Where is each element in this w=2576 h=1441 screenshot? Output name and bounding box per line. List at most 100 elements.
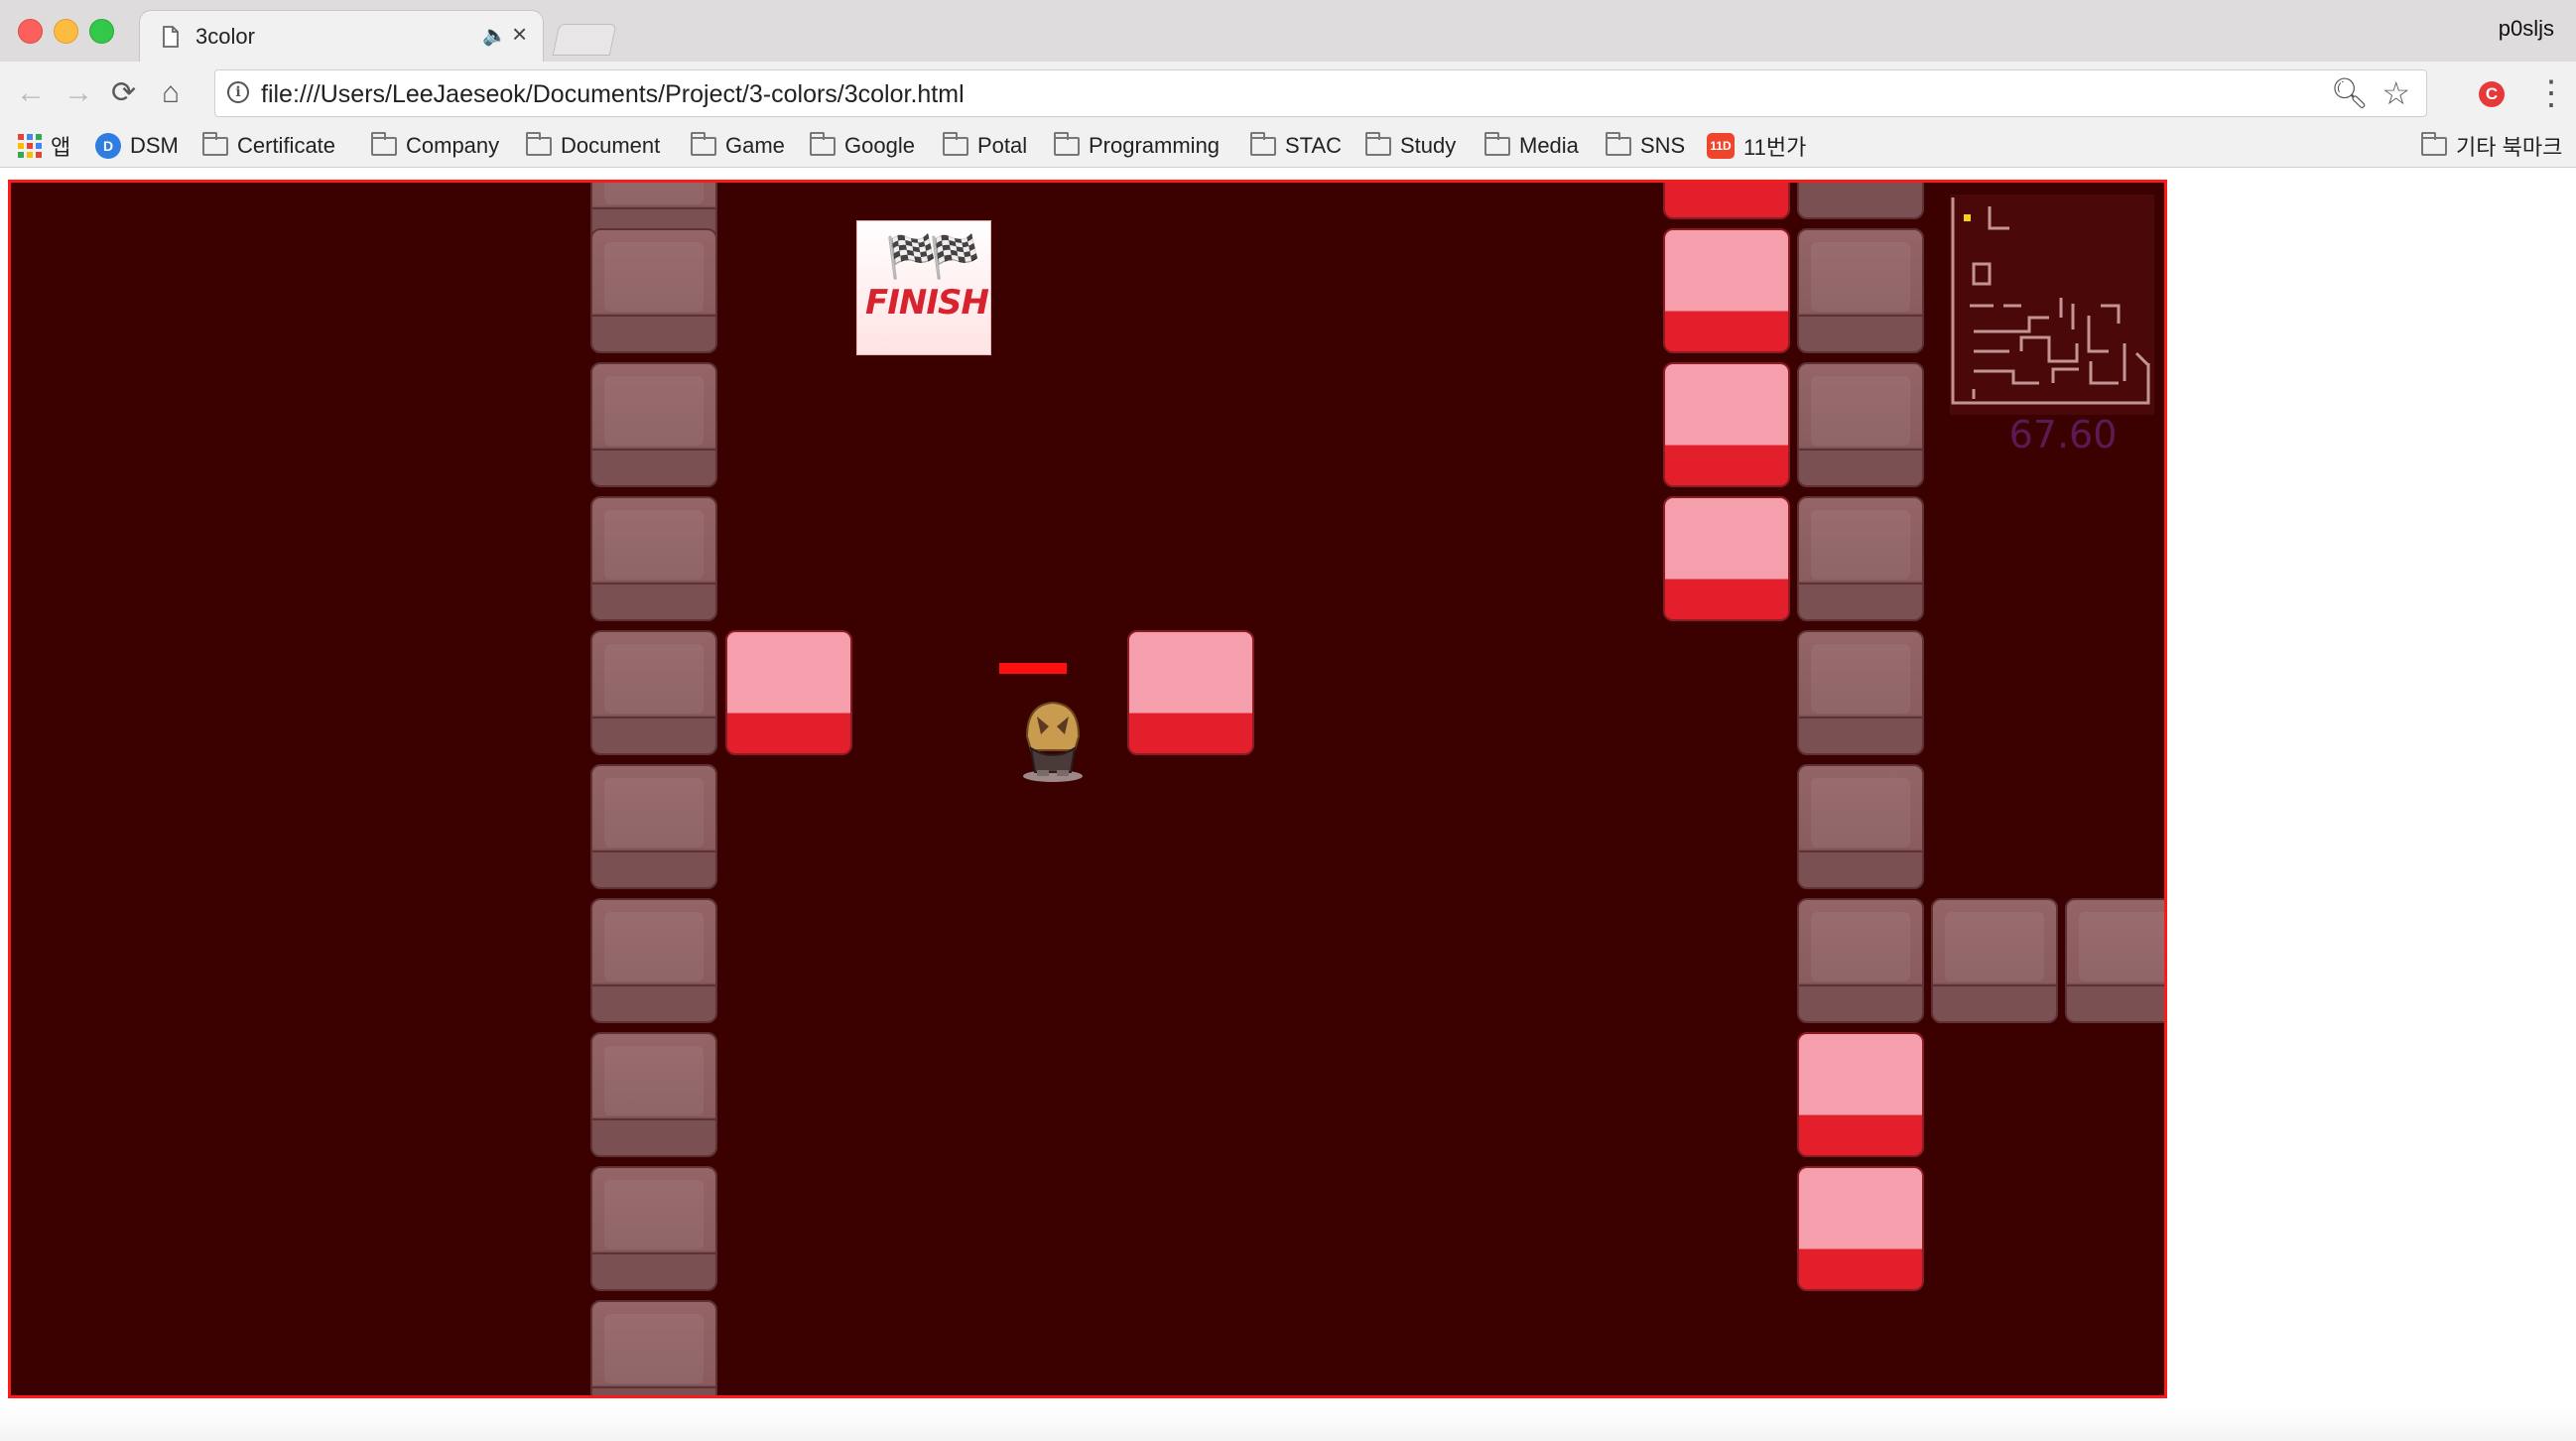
- pink-block: [725, 630, 852, 755]
- reload-icon[interactable]: ⟳: [111, 75, 136, 111]
- bookmark-folder-programming[interactable]: Programming: [1054, 130, 1220, 162]
- gray-block: [590, 1032, 717, 1157]
- gray-block: [590, 1166, 717, 1291]
- bookmark-folder-certificate[interactable]: Certificate: [202, 130, 335, 162]
- folder-icon: [371, 131, 397, 156]
- gray-block: [590, 898, 717, 1023]
- bookmark-label: Study: [1400, 133, 1457, 158]
- bookmark-folder-stac[interactable]: STAC: [1250, 130, 1342, 162]
- pink-block: [1663, 496, 1790, 621]
- profile-name[interactable]: p0sljs: [2499, 16, 2554, 42]
- folder-icon: [1484, 131, 1510, 156]
- minimize-window-button[interactable]: [54, 19, 78, 44]
- pink-block: [1797, 1166, 1924, 1291]
- extension-icon[interactable]: C: [2479, 81, 2505, 107]
- checkered-flag-icon: 🏁🏁: [885, 233, 981, 280]
- bookmarks-bar: 앱 D DSM Certificate Company Document Gam…: [0, 127, 2576, 168]
- bookmark-label: 11번가: [1743, 135, 1807, 160]
- apps-grid-icon: [18, 134, 42, 158]
- bookmark-folder-company[interactable]: Company: [371, 130, 499, 162]
- bookmark-label: SNS: [1640, 133, 1686, 158]
- tab-3color[interactable]: 3color 🔈 ×: [139, 10, 544, 63]
- folder-icon: [810, 131, 836, 156]
- document-icon: [162, 26, 180, 53]
- browser-toolbar: ← → ⟳ ⌂ i file:///Users/LeeJaeseok/Docum…: [0, 62, 2576, 127]
- finish-sign: 🏁🏁 FINISH: [856, 220, 991, 355]
- minimap: [1950, 195, 2154, 415]
- bookmark-label: Company: [406, 133, 500, 158]
- dsm-icon: D: [95, 133, 121, 159]
- page-bottom-edge: [0, 1408, 2576, 1441]
- eleven-street-icon: 11D: [1707, 133, 1735, 159]
- folder-icon: [526, 131, 552, 156]
- bookmark-11st[interactable]: 11D 11번가: [1707, 130, 1806, 162]
- timer-display: 67.60: [2008, 413, 2118, 457]
- zoom-icon[interactable]: 🔍︎: [2331, 76, 2369, 111]
- pink-block: [1127, 630, 1254, 755]
- game-canvas[interactable]: 🏁🏁 FINISH 67.60: [8, 180, 2167, 1398]
- back-arrow-icon[interactable]: ←: [16, 75, 46, 111]
- bookmark-folder-potal[interactable]: Potal: [943, 130, 1027, 162]
- folder-icon: [1054, 131, 1080, 156]
- tab-strip: 3color 🔈 × p0sljs: [0, 0, 2576, 63]
- player-character: [1023, 701, 1083, 782]
- bookmark-folder-google[interactable]: Google: [810, 130, 915, 162]
- bookmark-folder-other[interactable]: 기타 북마크: [2421, 130, 2562, 162]
- folder-icon: [202, 131, 228, 156]
- gray-block: [590, 496, 717, 621]
- bookmark-apps[interactable]: 앱: [18, 130, 70, 162]
- gray-block: [1797, 362, 1924, 487]
- gray-block: [2065, 898, 2164, 1023]
- close-tab-icon[interactable]: ×: [512, 19, 527, 50]
- tab-title: 3color: [195, 24, 255, 49]
- url-text[interactable]: file:///Users/LeeJaeseok/Documents/Proje…: [261, 80, 965, 109]
- speaker-icon[interactable]: 🔈: [482, 23, 507, 48]
- minimap-player-marker: [1964, 214, 1971, 221]
- folder-icon: [1606, 131, 1631, 156]
- bookmark-folder-game[interactable]: Game: [691, 130, 785, 162]
- pink-block: [1663, 228, 1790, 353]
- gray-block: [590, 362, 717, 487]
- folder-icon: [2421, 131, 2447, 156]
- bookmark-folder-document[interactable]: Document: [526, 130, 660, 162]
- bookmark-label: Document: [561, 133, 661, 158]
- bookmark-label: DSM: [130, 133, 179, 158]
- bookmark-label: 기타 북마크: [2456, 135, 2563, 160]
- gray-block: [1797, 183, 1924, 219]
- folder-icon: [1365, 131, 1391, 156]
- bookmark-label: Certificate: [237, 133, 336, 158]
- fullscreen-window-button[interactable]: [89, 19, 114, 44]
- pink-block: [1663, 362, 1790, 487]
- new-tab-button[interactable]: [552, 24, 617, 56]
- home-icon[interactable]: ⌂: [162, 75, 180, 111]
- folder-icon: [691, 131, 716, 156]
- bookmark-folder-media[interactable]: Media: [1484, 130, 1579, 162]
- pink-block: [1797, 1032, 1924, 1157]
- gray-block: [1797, 764, 1924, 889]
- gray-block: [590, 764, 717, 889]
- gray-block: [1797, 630, 1924, 755]
- bookmark-label: 앱: [51, 135, 71, 160]
- bookmark-star-icon[interactable]: ☆: [2382, 74, 2410, 112]
- page-content: 🏁🏁 FINISH 67.60: [0, 168, 2576, 1441]
- forward-arrow-icon[interactable]: →: [64, 75, 93, 111]
- bookmark-folder-sns[interactable]: SNS: [1606, 130, 1685, 162]
- gray-block: [590, 228, 717, 353]
- info-icon[interactable]: i: [227, 81, 249, 103]
- close-window-button[interactable]: [18, 19, 43, 44]
- bookmark-label: Google: [844, 133, 915, 158]
- folder-icon: [1250, 131, 1276, 156]
- folder-icon: [943, 131, 968, 156]
- bookmark-label: STAC: [1285, 133, 1343, 158]
- bookmark-dsm[interactable]: D DSM: [95, 130, 179, 162]
- bookmark-label: Programming: [1089, 133, 1221, 158]
- gray-block: [590, 630, 717, 755]
- menu-dots-icon[interactable]: ⋮: [2534, 73, 2568, 113]
- gray-block: [1931, 898, 2058, 1023]
- bookmark-folder-study[interactable]: Study: [1365, 130, 1456, 162]
- player-health-bar: [999, 663, 1067, 674]
- address-bar[interactable]: i file:///Users/LeeJaeseok/Documents/Pro…: [214, 69, 2427, 117]
- bookmark-label: Game: [725, 133, 785, 158]
- bookmark-label: Potal: [977, 133, 1028, 158]
- gray-block: [1797, 228, 1924, 353]
